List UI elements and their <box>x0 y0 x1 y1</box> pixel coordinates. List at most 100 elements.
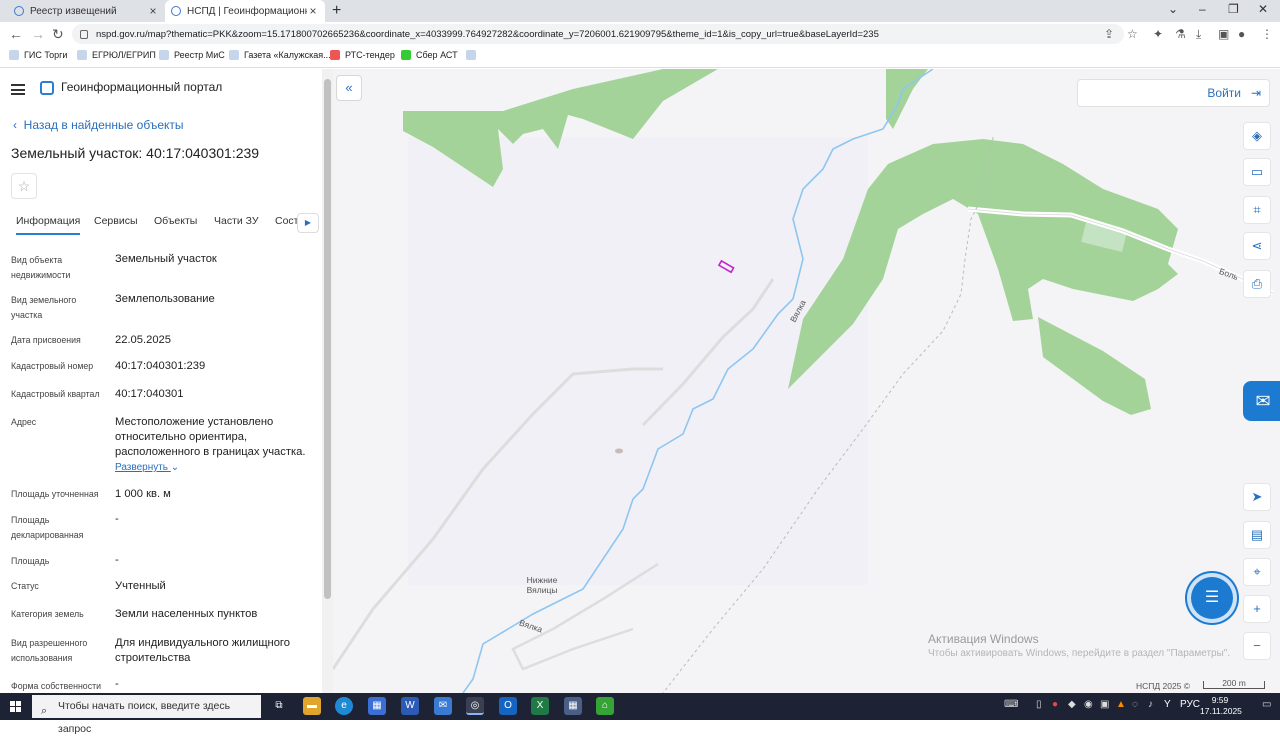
windows-start-icon[interactable] <box>10 701 22 713</box>
share-icon[interactable]: ⋖ <box>1243 232 1271 260</box>
zoom-in-button[interactable]: + <box>1243 595 1271 623</box>
tab-search-icon[interactable]: ⌄ <box>1168 2 1178 16</box>
task-view-icon[interactable]: ⧉ <box>270 697 288 715</box>
tray-app-icon[interactable]: ◆ <box>1068 699 1076 710</box>
volume-icon[interactable]: ♪ <box>1148 699 1153 710</box>
battery-icon[interactable]: ▯ <box>1036 699 1042 710</box>
tab-land-parts[interactable]: Части ЗУ <box>214 215 259 227</box>
login-arrow-icon: ⇥ <box>1250 86 1261 100</box>
network-icon[interactable]: ◌ <box>1132 699 1138 710</box>
expand-label: Развернуть <box>115 462 169 473</box>
bookmark-favicon-icon <box>77 50 87 60</box>
taskbar-search-input[interactable]: ⌕ Чтобы начать поиск, введите здесь запро… <box>32 695 261 735</box>
windows-activation-text: Чтобы активировать Windows, перейдите в … <box>928 648 1231 659</box>
expand-address-link[interactable]: Развернуть ⌄ <box>115 462 179 473</box>
chat-assistant-icon[interactable]: ☰ <box>1191 577 1233 619</box>
browser-tab-active[interactable]: НСПД | Геоинформационный п × <box>165 0 325 22</box>
scrollbar-thumb[interactable] <box>324 79 331 599</box>
bookmark-item[interactable]: Газета «Калужская... <box>229 50 331 60</box>
outlook-icon[interactable]: O <box>499 697 517 715</box>
field-label: Вид разрешенного использования <box>11 638 88 663</box>
browser-tab-strip: Реестр извещений × НСПД | Геоинформацион… <box>0 0 1280 22</box>
field-value: Земельный участок <box>115 253 217 265</box>
area-select-icon[interactable]: ⌗ <box>1243 196 1271 224</box>
forward-arrow-icon[interactable]: → <box>31 26 45 42</box>
print-icon[interactable]: ⎙ <box>1243 270 1271 298</box>
close-window-button[interactable]: ✕ <box>1258 2 1268 16</box>
zoom-out-button[interactable]: − <box>1243 632 1271 660</box>
url-input[interactable]: nspd.gov.ru/map?thematic=PKK&zoom=15.171… <box>72 24 1124 44</box>
tab-title: НСПД | Геоинформационный п <box>187 5 307 17</box>
field-value: 22.05.2025 <box>115 334 171 346</box>
field-label: Вид объекта недвижимости <box>11 255 71 280</box>
language-indicator[interactable]: РУС <box>1180 699 1200 710</box>
tabs-scroll-right-button[interactable]: ▶ <box>297 213 319 233</box>
tab-services[interactable]: Сервисы <box>94 215 138 227</box>
file-explorer-icon[interactable]: ▬ <box>303 697 321 715</box>
maximize-button[interactable]: ❐ <box>1228 2 1239 16</box>
notifications-icon[interactable]: ▭ <box>1262 699 1271 710</box>
field-label: Площадь декларированная <box>11 515 84 540</box>
bookmark-label: ЕГРЮЛ/ЕГРИП <box>92 50 156 60</box>
browser-tab[interactable]: Реестр извещений × <box>8 0 165 22</box>
home-app-icon[interactable]: ⌂ <box>596 697 614 715</box>
field-value: - <box>115 678 119 690</box>
close-tab-icon[interactable]: × <box>147 4 159 18</box>
bookmark-item[interactable]: РТС-тендер <box>330 50 395 60</box>
calculator-icon[interactable]: ▦ <box>564 697 582 715</box>
geolocation-icon[interactable]: ➤ <box>1243 483 1271 511</box>
reload-icon[interactable]: ↻ <box>52 26 64 43</box>
menu-dots-icon[interactable]: ⋮ <box>1261 27 1273 41</box>
word-icon[interactable]: W <box>401 697 419 715</box>
minimap-icon[interactable]: ▤ <box>1243 521 1271 549</box>
back-arrow-icon[interactable]: ← <box>9 26 23 42</box>
new-tab-button[interactable]: + <box>332 2 341 20</box>
share-icon[interactable]: ⇪ <box>1104 27 1114 41</box>
favorite-star-button[interactable]: ☆ <box>11 173 37 199</box>
address-value: Местоположение установлено относительно … <box>115 416 306 458</box>
search-location-icon[interactable]: ⌖ <box>1243 558 1271 586</box>
minimize-button[interactable]: – <box>1199 2 1206 16</box>
bookmark-item[interactable] <box>466 50 481 60</box>
tray-app-icon[interactable]: ▣ <box>1100 699 1109 710</box>
tray-app-icon[interactable]: ▲ <box>1116 699 1126 710</box>
bookmark-item[interactable]: Сбер АСТ <box>401 50 458 60</box>
bookmark-item[interactable]: ГИС Торги <box>9 50 67 60</box>
map-graphics <box>333 69 1275 693</box>
bookmark-label: Реестр МиС <box>174 50 225 60</box>
profile-avatar-icon[interactable]: ● <box>1238 27 1245 41</box>
store-icon[interactable]: ▦ <box>368 697 386 715</box>
feedback-chat-icon[interactable]: ✉ <box>1243 381 1280 421</box>
yandex-icon[interactable]: Y <box>1164 699 1171 710</box>
map-canvas[interactable]: Нижние Вялицы Вялка Вялка Боль « Войти ⇥ … <box>333 69 1280 693</box>
mail-icon[interactable]: ✉ <box>434 697 452 715</box>
tab-information[interactable]: Информация <box>16 215 81 235</box>
collapse-panel-button[interactable]: « <box>336 75 362 101</box>
bookmark-item[interactable]: Реестр МиС <box>159 50 225 60</box>
download-icon[interactable]: ⤓ <box>1196 27 1201 42</box>
bookmark-star-icon[interactable]: ☆ <box>1127 27 1138 41</box>
taskbar-clock[interactable]: 9:59 17.11.2025 <box>1200 695 1242 717</box>
bookmark-item[interactable]: ЕГРЮЛ/ЕГРИП <box>77 50 156 60</box>
field-label: Вид земельного участка <box>11 295 77 320</box>
windows-activation-title: Активация Windows <box>928 632 1039 646</box>
menu-hamburger-icon[interactable] <box>11 84 25 95</box>
keyboard-icon[interactable]: ⌨ <box>1004 699 1018 710</box>
sidepanel-icon[interactable]: ▣ <box>1218 27 1229 41</box>
login-button[interactable]: Войти ⇥ <box>1077 79 1270 107</box>
ruler-icon[interactable]: ▭ <box>1243 158 1271 186</box>
layers-icon[interactable]: ◈ <box>1243 122 1271 150</box>
tray-app-icon[interactable]: ◉ <box>1084 699 1093 710</box>
tab-objects[interactable]: Объекты <box>154 215 197 227</box>
back-to-results-link[interactable]: ‹ Назад в найденные объекты <box>13 118 184 132</box>
panel-scrollbar[interactable] <box>322 69 333 693</box>
field-value: - <box>115 554 119 566</box>
extensions-icon[interactable]: ✦ <box>1153 27 1163 41</box>
edge-browser-icon[interactable]: e <box>335 697 353 715</box>
tray-app-icon[interactable]: ● <box>1052 699 1058 710</box>
lab-icon[interactable]: ⚗ <box>1175 27 1186 41</box>
clock-time: 9:59 <box>1211 695 1229 705</box>
close-tab-icon[interactable]: × <box>307 4 319 18</box>
chrome-icon[interactable]: ◎ <box>466 697 484 715</box>
excel-icon[interactable]: X <box>531 697 549 715</box>
